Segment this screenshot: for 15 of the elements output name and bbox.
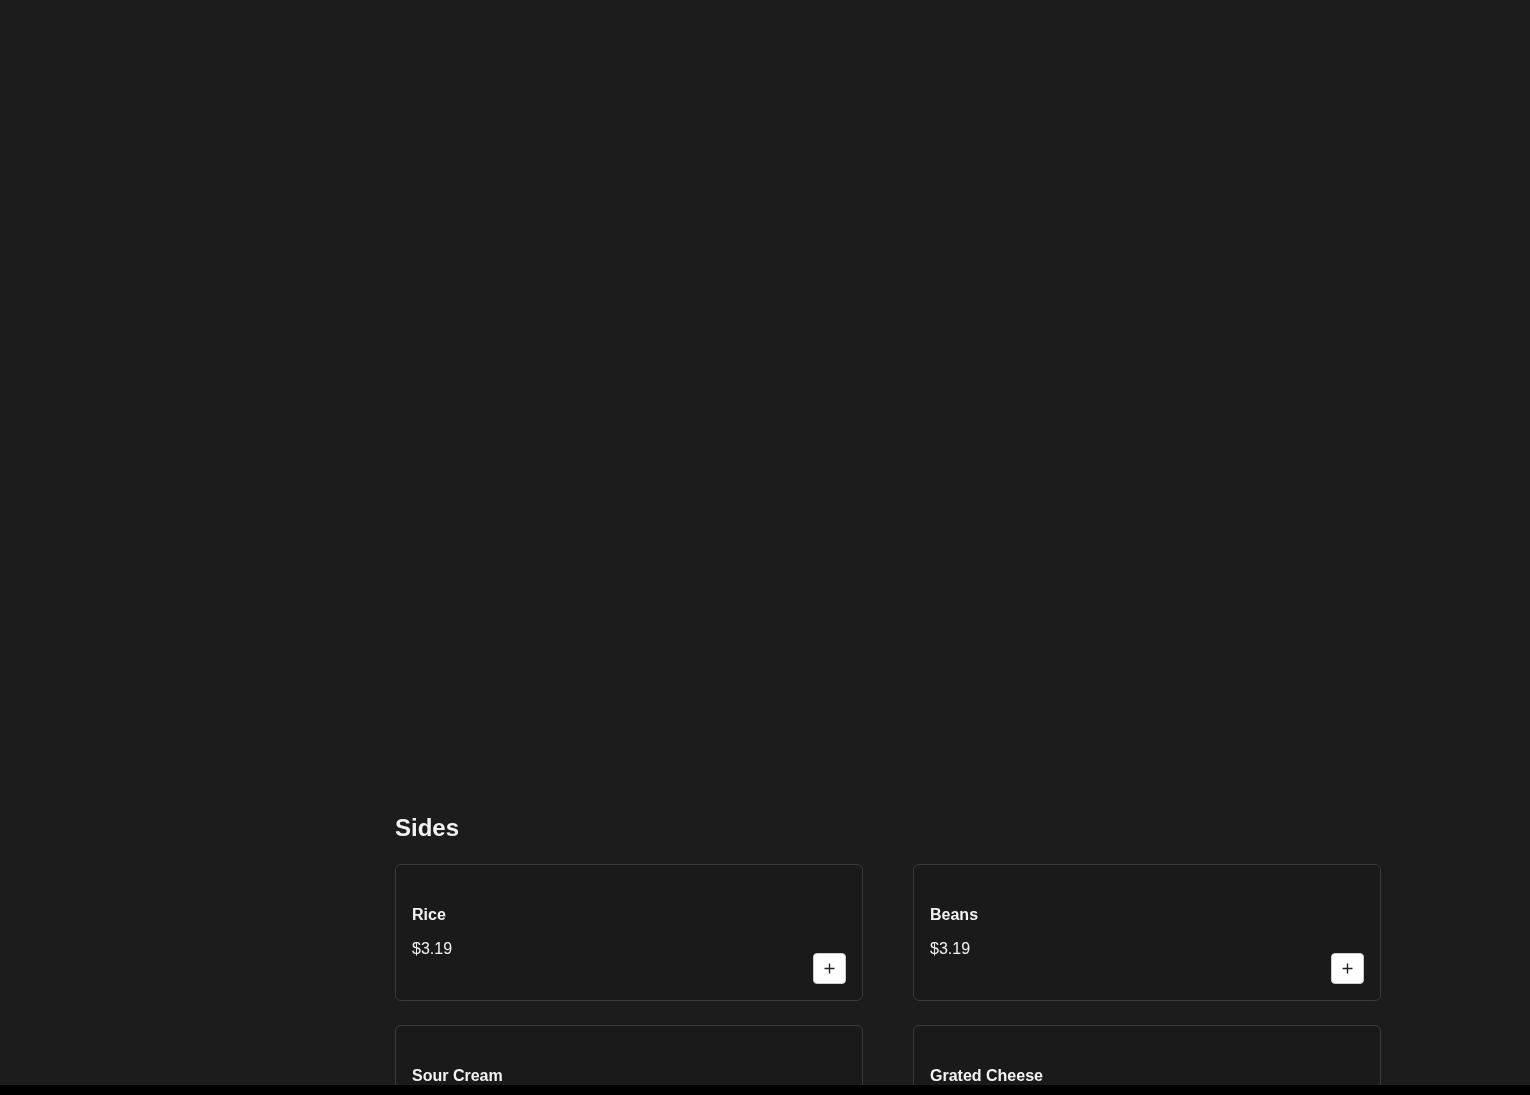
section-title: Sides — [395, 813, 461, 843]
item-name: Grated Cheese — [930, 1066, 1043, 1085]
item-price: $3.19 — [930, 939, 972, 959]
item-name: Rice — [412, 905, 447, 925]
add-button[interactable] — [813, 953, 846, 984]
menu-item-card[interactable]: Beans $3.19 — [913, 864, 1381, 1001]
item-name: Beans — [930, 905, 979, 925]
add-button[interactable] — [1331, 953, 1364, 984]
menu-item-card[interactable]: Grated Cheese — [913, 1025, 1381, 1085]
plus-icon — [824, 963, 835, 974]
plus-icon — [1342, 963, 1353, 974]
item-name: Sour Cream — [412, 1066, 503, 1085]
menu-item-card[interactable]: Sour Cream — [395, 1025, 863, 1085]
menu-item-card[interactable]: Rice $3.19 — [395, 864, 863, 1001]
item-price: $3.19 — [412, 939, 453, 959]
